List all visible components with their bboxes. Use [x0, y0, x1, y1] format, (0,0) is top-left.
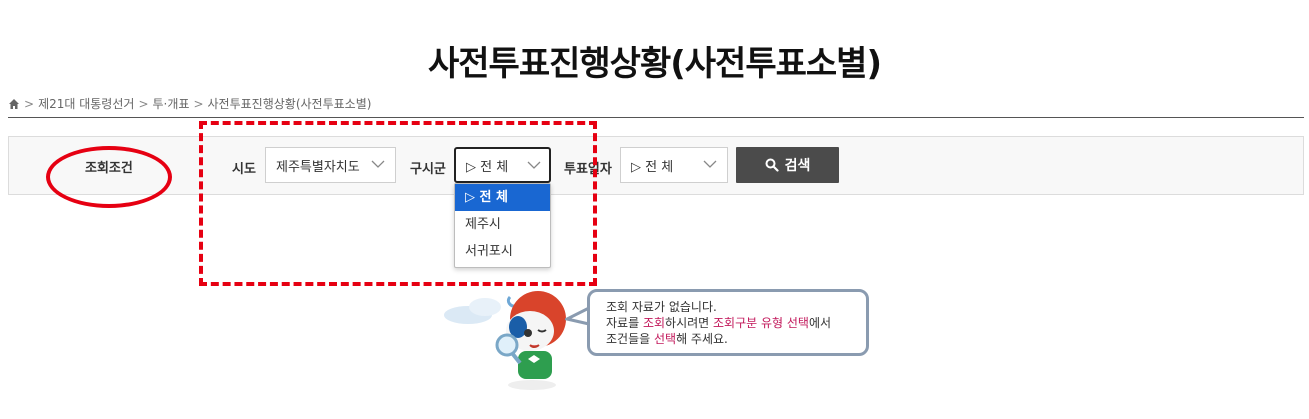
annotation-dashed-box	[199, 121, 597, 286]
breadcrumb-separator: >	[193, 96, 204, 111]
vote-date-select[interactable]: ▷ 전 체	[620, 147, 728, 183]
chevron-down-icon	[703, 160, 717, 168]
home-icon[interactable]	[8, 98, 20, 110]
title-divider	[8, 117, 1304, 118]
breadcrumb-item-current[interactable]: 사전투표진행상황(사전투표소별)	[208, 95, 372, 112]
page-title: 사전투표진행상황(사전투표소별)	[428, 44, 882, 84]
message-line-2: 자료를 조회하시려면 조회구분 유형 선택에서	[606, 316, 832, 330]
no-data-message: 조회 자료가 없습니다. 자료를 조회하시려면 조회구분 유형 선택에서 조건들…	[587, 289, 869, 356]
mascot-illustration	[444, 291, 566, 390]
message-line-1: 조회 자료가 없습니다.	[606, 300, 717, 314]
breadcrumb-item-vote-count[interactable]: 투·개표	[153, 95, 190, 112]
breadcrumb-item-election[interactable]: 제21대 대통령선거	[38, 95, 134, 112]
vote-date-select-value: ▷ 전 체	[631, 159, 674, 175]
breadcrumb: > 제21대 대통령선거 > 투·개표 > 사전투표진행상황(사전투표소별)	[8, 95, 371, 112]
search-button[interactable]: 검색	[736, 147, 839, 183]
annotation-ellipse	[46, 146, 172, 208]
breadcrumb-separator: >	[24, 96, 35, 111]
search-button-label: 검색	[784, 158, 811, 174]
search-icon	[765, 158, 779, 172]
breadcrumb-separator: >	[138, 96, 149, 111]
message-line-3: 조건들을 선택해 주세요.	[606, 332, 728, 346]
